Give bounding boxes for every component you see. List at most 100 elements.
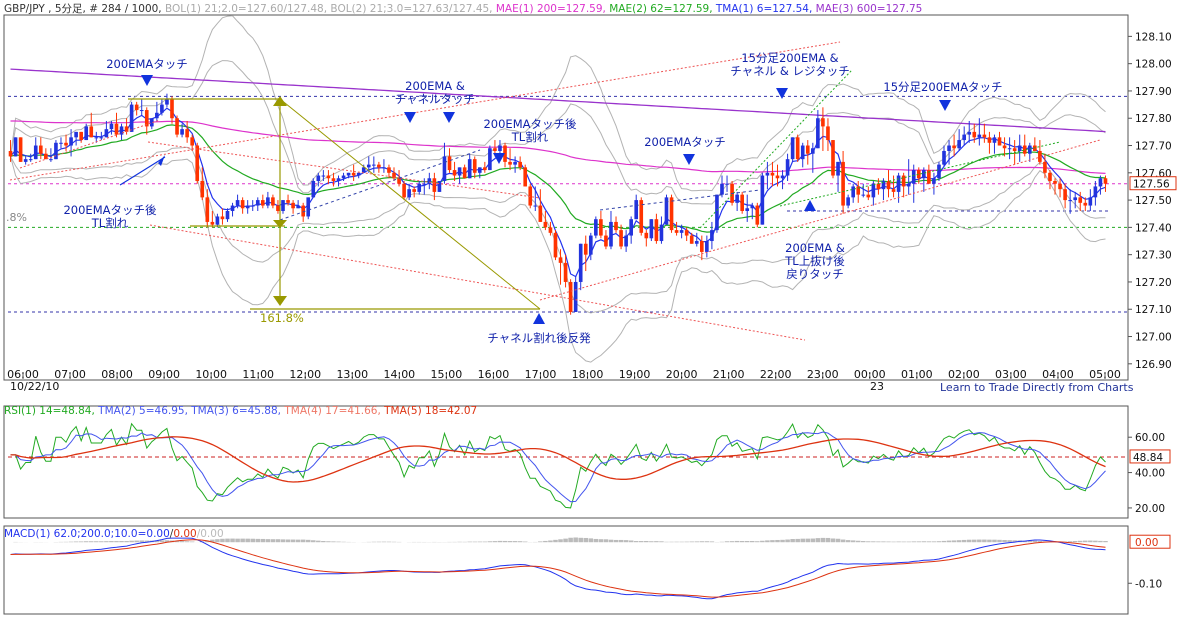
candle-body: [659, 224, 664, 242]
candle-body: [750, 205, 755, 209]
candle-body: [109, 123, 114, 130]
rsi-label: RSI(1) 14=48.84,: [4, 405, 95, 417]
candle-body: [13, 137, 18, 157]
price-tick-label: 127.20: [1135, 277, 1172, 289]
candle-body: [609, 221, 613, 247]
candle-body: [755, 205, 760, 225]
candle-body: [1088, 197, 1093, 206]
time-tick-label: 12:00: [289, 368, 321, 381]
candle-body: [190, 137, 194, 146]
candle-body: [1027, 145, 1032, 154]
annotation-a4-line: 200EMAタッチ後: [483, 117, 577, 131]
candle-body: [573, 281, 578, 312]
candle-body: [588, 235, 593, 255]
mae2-label: MAE(2) 62=127.59,: [609, 3, 713, 15]
candle: [715, 194, 719, 233]
candle-body: [356, 172, 361, 176]
candle-body: [649, 219, 654, 239]
candle-body: [674, 230, 679, 233]
candle-body: [210, 221, 215, 225]
candle-body: [644, 232, 649, 239]
candle-body: [805, 145, 810, 154]
candle-body: [205, 197, 210, 222]
time-tick-label: 15:00: [431, 368, 463, 381]
candle-body: [74, 131, 78, 138]
candle-body: [932, 178, 936, 184]
candle: [760, 172, 765, 225]
candle: [639, 197, 644, 236]
candle-body: [911, 170, 916, 184]
candle-body: [533, 205, 538, 207]
candle-body: [467, 159, 472, 179]
rsi-indicator-header: RSI(1) 14=48.84, TMA(2) 5=46.95, TMA(3) …: [4, 405, 477, 417]
candle-body: [457, 167, 462, 176]
candle-body: [165, 99, 169, 105]
annotation-a3-line: チャネルタッチ: [395, 92, 475, 106]
tma4-label: TMA(4) 17=41.66,: [284, 405, 381, 417]
candle-body: [578, 243, 583, 282]
rsi-current-label: 48.84: [1133, 452, 1163, 464]
time-tick-label: 16:00: [478, 368, 510, 381]
candle: [523, 164, 528, 187]
candle-body: [240, 200, 245, 209]
time-tick-label: 09:00: [148, 368, 180, 381]
candle-body: [316, 175, 321, 181]
candle-body: [387, 167, 391, 173]
candle-body: [64, 142, 68, 146]
time-tick-label: 10:00: [195, 368, 227, 381]
candle-body: [397, 178, 401, 184]
current-price-label: 127.56: [1133, 179, 1170, 191]
fib-left-label: .8%: [6, 211, 27, 224]
candle-body: [341, 175, 346, 179]
candle-body: [876, 183, 881, 190]
candle-body: [906, 183, 911, 187]
candle-body: [962, 134, 967, 141]
macd-signal-value: 0.00: [173, 528, 197, 540]
candle: [664, 194, 669, 225]
candle-body: [861, 194, 866, 196]
candle-body: [816, 118, 820, 149]
candle-body: [372, 164, 376, 166]
candle-body: [28, 159, 33, 161]
candle-body: [871, 183, 876, 198]
candle-body: [220, 216, 225, 220]
candle-body: [195, 145, 200, 181]
candle-body: [558, 257, 563, 263]
main-indicator-header: GBP/JPY , 5分足, # 284 / 1000, BOL(1) 21;2…: [4, 1, 922, 16]
candle-body: [851, 186, 855, 198]
candle-body: [624, 235, 628, 247]
candle-body: [366, 164, 371, 168]
candle-body: [518, 161, 522, 168]
candle-body: [215, 216, 220, 225]
candle-body: [1073, 197, 1078, 201]
annotation-a7-line: 15分足200EMA &: [741, 51, 838, 65]
date-right-label: 23: [870, 380, 884, 393]
candle-body: [94, 137, 99, 139]
candle-body: [1017, 145, 1022, 151]
candle-body: [891, 189, 896, 192]
candle-body: [780, 175, 785, 179]
time-tick-label: 01:00: [901, 368, 933, 381]
candle-body: [286, 200, 290, 203]
candle: [795, 134, 800, 162]
mae1-label: MAE(1) 200=127.59,: [495, 3, 606, 15]
candle-body: [18, 137, 23, 162]
time-tick-label: 17:00: [525, 368, 557, 381]
candle-body: [952, 145, 956, 149]
candle-body: [619, 230, 623, 247]
candle-body: [447, 156, 452, 171]
candle-body: [250, 205, 255, 207]
tma5-label: TMA(5) 18=42.07: [384, 405, 478, 417]
time-tick-label: 22:00: [760, 368, 792, 381]
candle-body: [175, 118, 179, 135]
candle-body: [351, 172, 356, 176]
candle-body: [1063, 189, 1067, 201]
candle-body: [155, 112, 159, 119]
candle-body: [402, 183, 406, 198]
candle-body: [230, 205, 235, 212]
candle-body: [281, 200, 285, 212]
candle-body: [412, 189, 417, 192]
chart-canvas[interactable]: 128.10128.00127.90127.80127.70127.60127.…: [0, 0, 1182, 617]
candle: [669, 194, 674, 233]
candle-body: [826, 126, 830, 141]
